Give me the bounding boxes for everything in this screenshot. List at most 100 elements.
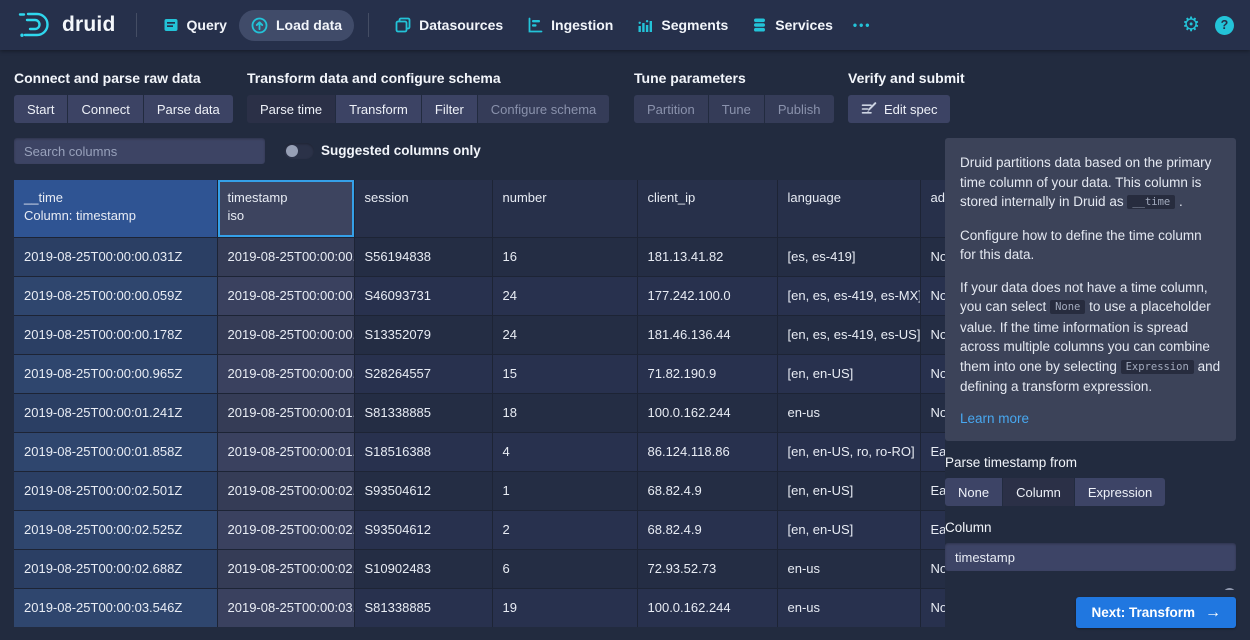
table-cell: S46093731 bbox=[354, 276, 492, 315]
step-button-transform[interactable]: Transform bbox=[336, 95, 421, 123]
step-button-edit-spec[interactable]: Edit spec bbox=[848, 95, 950, 123]
callout-paragraph: If your data does not have a time column… bbox=[960, 278, 1221, 397]
table-row: 2019-08-25T00:00:00.965Z2019-08-25T00:00… bbox=[14, 354, 945, 393]
druid-logo: druid bbox=[16, 10, 116, 40]
column-header-session[interactable]: session bbox=[354, 180, 492, 237]
column-header-number[interactable]: number bbox=[492, 180, 637, 237]
brand-name: druid bbox=[62, 13, 116, 37]
step-button-connect[interactable]: Connect bbox=[68, 95, 142, 123]
table-cell: 72.93.52.73 bbox=[637, 549, 777, 588]
parse-from-none-button[interactable]: None bbox=[945, 478, 1002, 506]
table-cell: 2019-08-25T00:00:02.501Z bbox=[14, 471, 217, 510]
step-button-start[interactable]: Start bbox=[14, 95, 67, 123]
next-transform-label: Next: Transform bbox=[1091, 605, 1195, 620]
table-row: 2019-08-25T00:00:02.501Z2019-08-25T00:00… bbox=[14, 471, 945, 510]
table-cell: 181.13.41.82 bbox=[637, 237, 777, 276]
callout-text: Druid partitions data based on the prima… bbox=[960, 153, 1221, 397]
services-icon bbox=[752, 17, 767, 33]
step-button-label: Filter bbox=[435, 102, 464, 117]
more-menu-icon[interactable]: ••• bbox=[845, 18, 880, 32]
table-cell: 71.82.190.9 bbox=[637, 354, 777, 393]
column-header-timestamp[interactable]: timestampiso bbox=[217, 180, 354, 237]
table-cell: 86.124.118.86 bbox=[637, 432, 777, 471]
table-cell: EasyList bbox=[920, 432, 945, 471]
step-button-label: Connect bbox=[81, 102, 129, 117]
callout-paragraph: Configure how to define the time column … bbox=[960, 226, 1221, 265]
table-cell: S81338885 bbox=[354, 588, 492, 627]
step-button-parse-time[interactable]: Parse time bbox=[247, 95, 335, 123]
table-cell: 2019-08-25T00:00:00.965Z bbox=[14, 354, 217, 393]
format-help-icon[interactable]: ? bbox=[1223, 588, 1236, 590]
column-name: session bbox=[365, 189, 482, 207]
toggle-knob bbox=[286, 145, 298, 157]
column-header-language[interactable]: language bbox=[777, 180, 920, 237]
table-cell: [en, en-US] bbox=[777, 510, 920, 549]
table-cell: 18 bbox=[492, 393, 637, 432]
suggested-columns-toggle[interactable] bbox=[284, 143, 314, 159]
table-cell: en-us bbox=[777, 588, 920, 627]
table-cell: en-us bbox=[777, 549, 920, 588]
column-input[interactable] bbox=[945, 543, 1236, 571]
step-group-title: Connect and parse raw data bbox=[14, 70, 233, 86]
format-row: Format ? bbox=[945, 587, 1236, 590]
column-field-label: Column bbox=[945, 520, 1236, 535]
step-group-verify-and-submit: Verify and submit Edit spec bbox=[848, 70, 965, 123]
table-cell: 2019-08-25T00:00:01.858Z bbox=[14, 432, 217, 471]
step-group-title: Transform data and configure schema bbox=[247, 70, 609, 86]
step-button-label: Edit spec bbox=[884, 102, 937, 117]
column-header-adblock-list[interactable]: adblock_list bbox=[920, 180, 945, 237]
table-row: 2019-08-25T00:00:03.546Z2019-08-25T00:00… bbox=[14, 588, 945, 627]
step-group-tune-parameters: Tune parametersPartitionTunePublish bbox=[634, 70, 834, 123]
help-icon[interactable]: ? bbox=[1215, 16, 1234, 35]
segments-icon bbox=[637, 17, 653, 33]
parse-from-expression-button[interactable]: Expression bbox=[1075, 478, 1165, 506]
table-cell: 2019-08-25T00:00:02.525Z bbox=[14, 510, 217, 549]
parse-from-column-button[interactable]: Column bbox=[1003, 478, 1074, 506]
step-button-label: Partition bbox=[647, 102, 695, 117]
table-row: 2019-08-25T00:00:01.241Z2019-08-25T00:00… bbox=[14, 393, 945, 432]
table-cell: 6 bbox=[492, 549, 637, 588]
table-row: 2019-08-25T00:00:00.031Z2019-08-25T00:00… bbox=[14, 237, 945, 276]
table-cell: EasyList bbox=[920, 471, 945, 510]
nav-item-label: Ingestion bbox=[551, 17, 613, 33]
nav-item-query[interactable]: Query bbox=[151, 10, 239, 40]
table-cell: NoAdblock bbox=[920, 237, 945, 276]
nav-item-segments[interactable]: Segments bbox=[625, 10, 740, 40]
column-header--time[interactable]: __timeColumn: timestamp bbox=[14, 180, 217, 237]
table-cell: 2019-08-25T00:00:03.546Z bbox=[14, 588, 217, 627]
table-cell: [en, en-US] bbox=[777, 354, 920, 393]
table-cell: 2019-08-25T00:00:00.965Z bbox=[217, 354, 354, 393]
table-cell: 2 bbox=[492, 510, 637, 549]
nav-item-services[interactable]: Services bbox=[740, 10, 845, 40]
table-cell: 16 bbox=[492, 237, 637, 276]
table-cell: [en, en-US] bbox=[777, 471, 920, 510]
code-chip: Expression bbox=[1121, 360, 1194, 374]
step-group-title: Verify and submit bbox=[848, 70, 965, 86]
column-name: number bbox=[503, 189, 627, 207]
nav-item-load-data[interactable]: Load data bbox=[239, 10, 354, 41]
learn-more-link[interactable]: Learn more bbox=[960, 409, 1029, 429]
table-cell: 2019-08-25T00:00:00.178Z bbox=[14, 315, 217, 354]
table-cell: NoAdblock bbox=[920, 393, 945, 432]
side-panel: Druid partitions data based on the prima… bbox=[945, 138, 1236, 590]
step-button-parse-data[interactable]: Parse data bbox=[144, 95, 233, 123]
data-table: __timeColumn: timestamptimestampiso sessi… bbox=[14, 180, 945, 627]
suggested-columns-label: Suggested columns only bbox=[321, 143, 481, 158]
step-button-tune: Tune bbox=[709, 95, 764, 123]
next-transform-button[interactable]: Next: Transform → bbox=[1076, 597, 1236, 628]
search-input[interactable] bbox=[14, 138, 265, 164]
parse-from-group: NoneColumnExpression bbox=[945, 478, 1236, 506]
nav-item-datasources[interactable]: Datasources bbox=[383, 10, 515, 40]
settings-gear-icon[interactable]: ⚙ bbox=[1182, 15, 1200, 35]
step-button-filter[interactable]: Filter bbox=[422, 95, 477, 123]
column-header-client-ip[interactable]: client_ip bbox=[637, 180, 777, 237]
table-row: 2019-08-25T00:00:02.688Z2019-08-25T00:00… bbox=[14, 549, 945, 588]
step-button-label: Tune bbox=[722, 102, 751, 117]
column-name: adblock_list bbox=[931, 189, 946, 207]
nav-divider bbox=[136, 13, 137, 37]
table-cell: 2019-08-25T00:00:03.546Z bbox=[217, 588, 354, 627]
table-cell: S81338885 bbox=[354, 393, 492, 432]
table-cell: 2019-08-25T00:00:00.031Z bbox=[14, 237, 217, 276]
nav-item-ingestion[interactable]: Ingestion bbox=[515, 10, 625, 40]
arrow-right-icon: → bbox=[1205, 604, 1221, 622]
